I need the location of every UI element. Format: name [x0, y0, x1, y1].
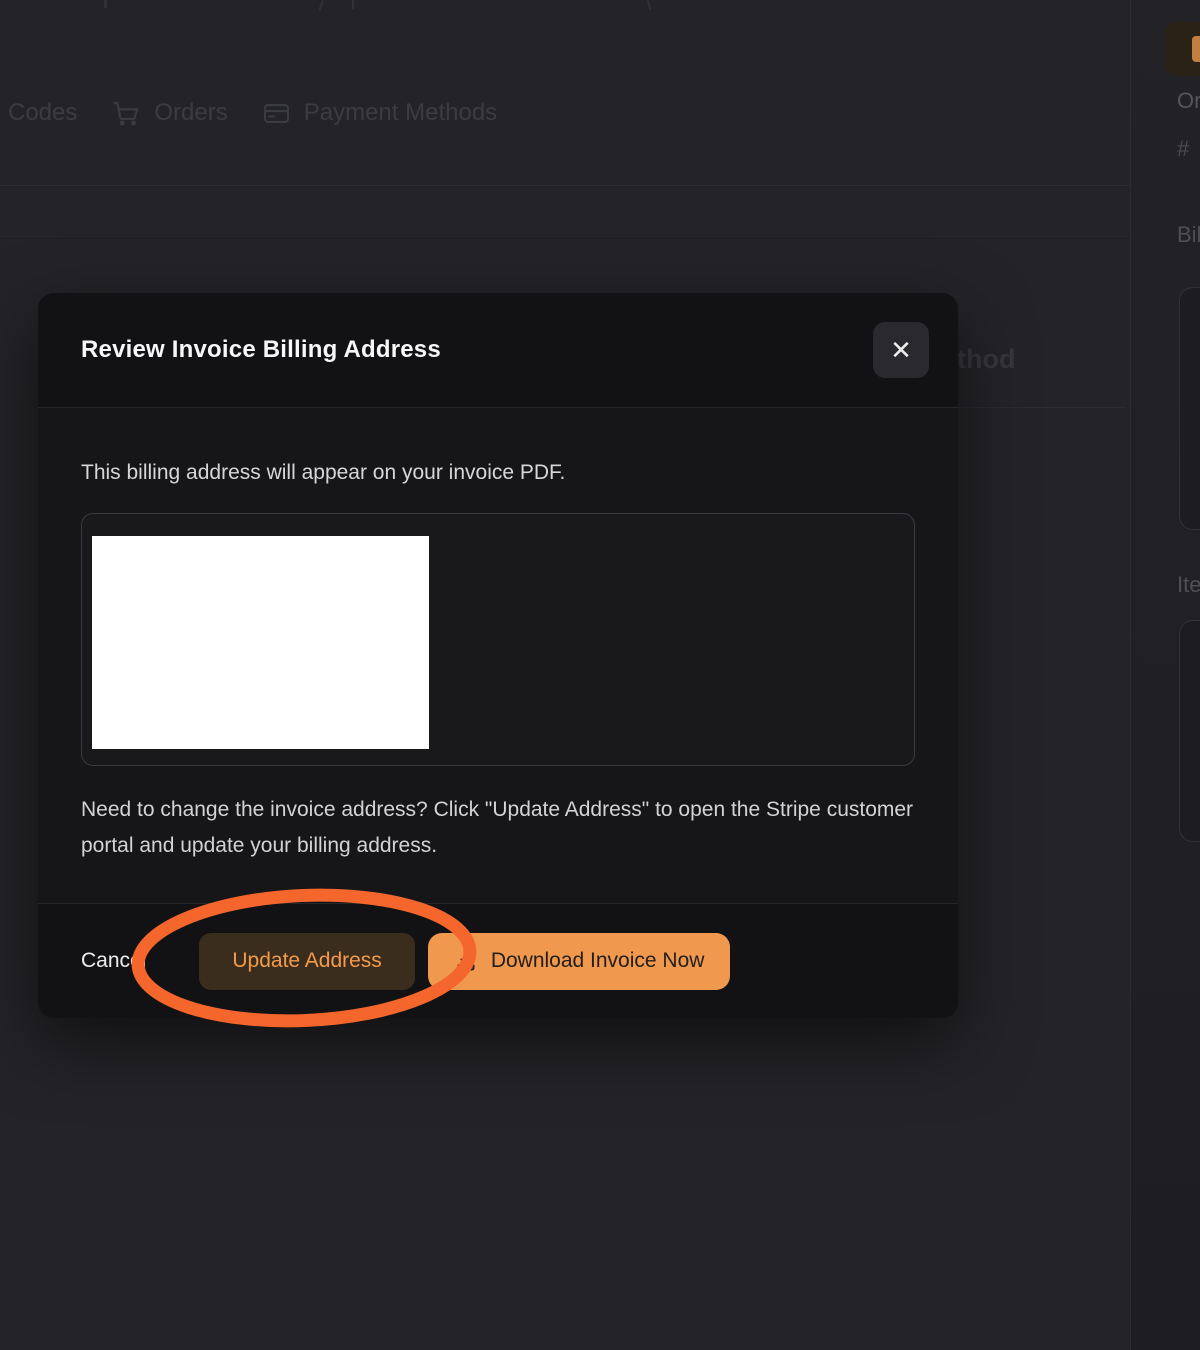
- items-label-fragment: Ite: [1177, 572, 1200, 598]
- clipped-content-mark: [104, 0, 107, 8]
- order-label-fragment: Or: [1177, 88, 1200, 114]
- update-address-button[interactable]: Update Address: [199, 933, 414, 990]
- tab-codes[interactable]: Codes: [8, 97, 77, 129]
- billing-card: [1179, 287, 1200, 530]
- close-button[interactable]: ✕: [873, 322, 929, 378]
- background-tab-bar: Codes Orders Payment Methods: [8, 97, 497, 129]
- dialog-title: Review Invoice Billing Address: [81, 336, 441, 364]
- clipped-content-mark: [647, 0, 652, 10]
- download-invoice-button[interactable]: Download Invoice Now: [428, 933, 731, 990]
- billing-address-preview: [81, 513, 915, 766]
- background-divider: [958, 407, 1126, 408]
- cancel-button[interactable]: Cancel: [63, 933, 164, 990]
- background-section-edge: [0, 238, 1130, 239]
- clipped-content-mark: [318, 0, 323, 11]
- panel-action-button[interactable]: [1165, 22, 1200, 76]
- tab-orders[interactable]: Orders: [111, 97, 227, 129]
- dialog-body: This billing address will appear on your…: [38, 408, 958, 864]
- billing-label-fragment: Bil: [1177, 222, 1200, 248]
- tab-codes-label: Codes: [8, 97, 77, 129]
- download-invoice-label: Download Invoice Now: [491, 949, 705, 973]
- background-divider: [0, 185, 1130, 186]
- background-heading-fragment: thod: [957, 344, 1015, 375]
- dialog-header: Review Invoice Billing Address ✕: [38, 293, 958, 408]
- dialog-footer: Cancel Update Address Download Invoice N…: [38, 903, 958, 1018]
- clipped-content-mark: [352, 0, 354, 9]
- items-card: [1179, 620, 1200, 842]
- tab-payment-methods[interactable]: Payment Methods: [262, 97, 497, 129]
- tab-orders-label: Orders: [154, 97, 227, 129]
- redacted-address-block: [92, 536, 429, 749]
- tab-payment-methods-label: Payment Methods: [304, 97, 497, 129]
- download-icon: [454, 949, 478, 973]
- credit-card-icon: [262, 99, 291, 128]
- order-number-fragment: #: [1177, 136, 1189, 162]
- panel-action-icon: [1192, 36, 1200, 62]
- cart-icon: [111, 98, 141, 128]
- review-invoice-billing-address-dialog: Review Invoice Billing Address ✕ This bi…: [38, 293, 958, 1018]
- close-icon: ✕: [890, 337, 912, 363]
- dialog-help-text: Need to change the invoice address? Clic…: [81, 792, 915, 864]
- order-detail-panel: Or # Bil Ite: [1130, 0, 1200, 1350]
- screen: Codes Orders Payment Methods: [0, 0, 1200, 1350]
- dialog-description: This billing address will appear on your…: [81, 460, 915, 486]
